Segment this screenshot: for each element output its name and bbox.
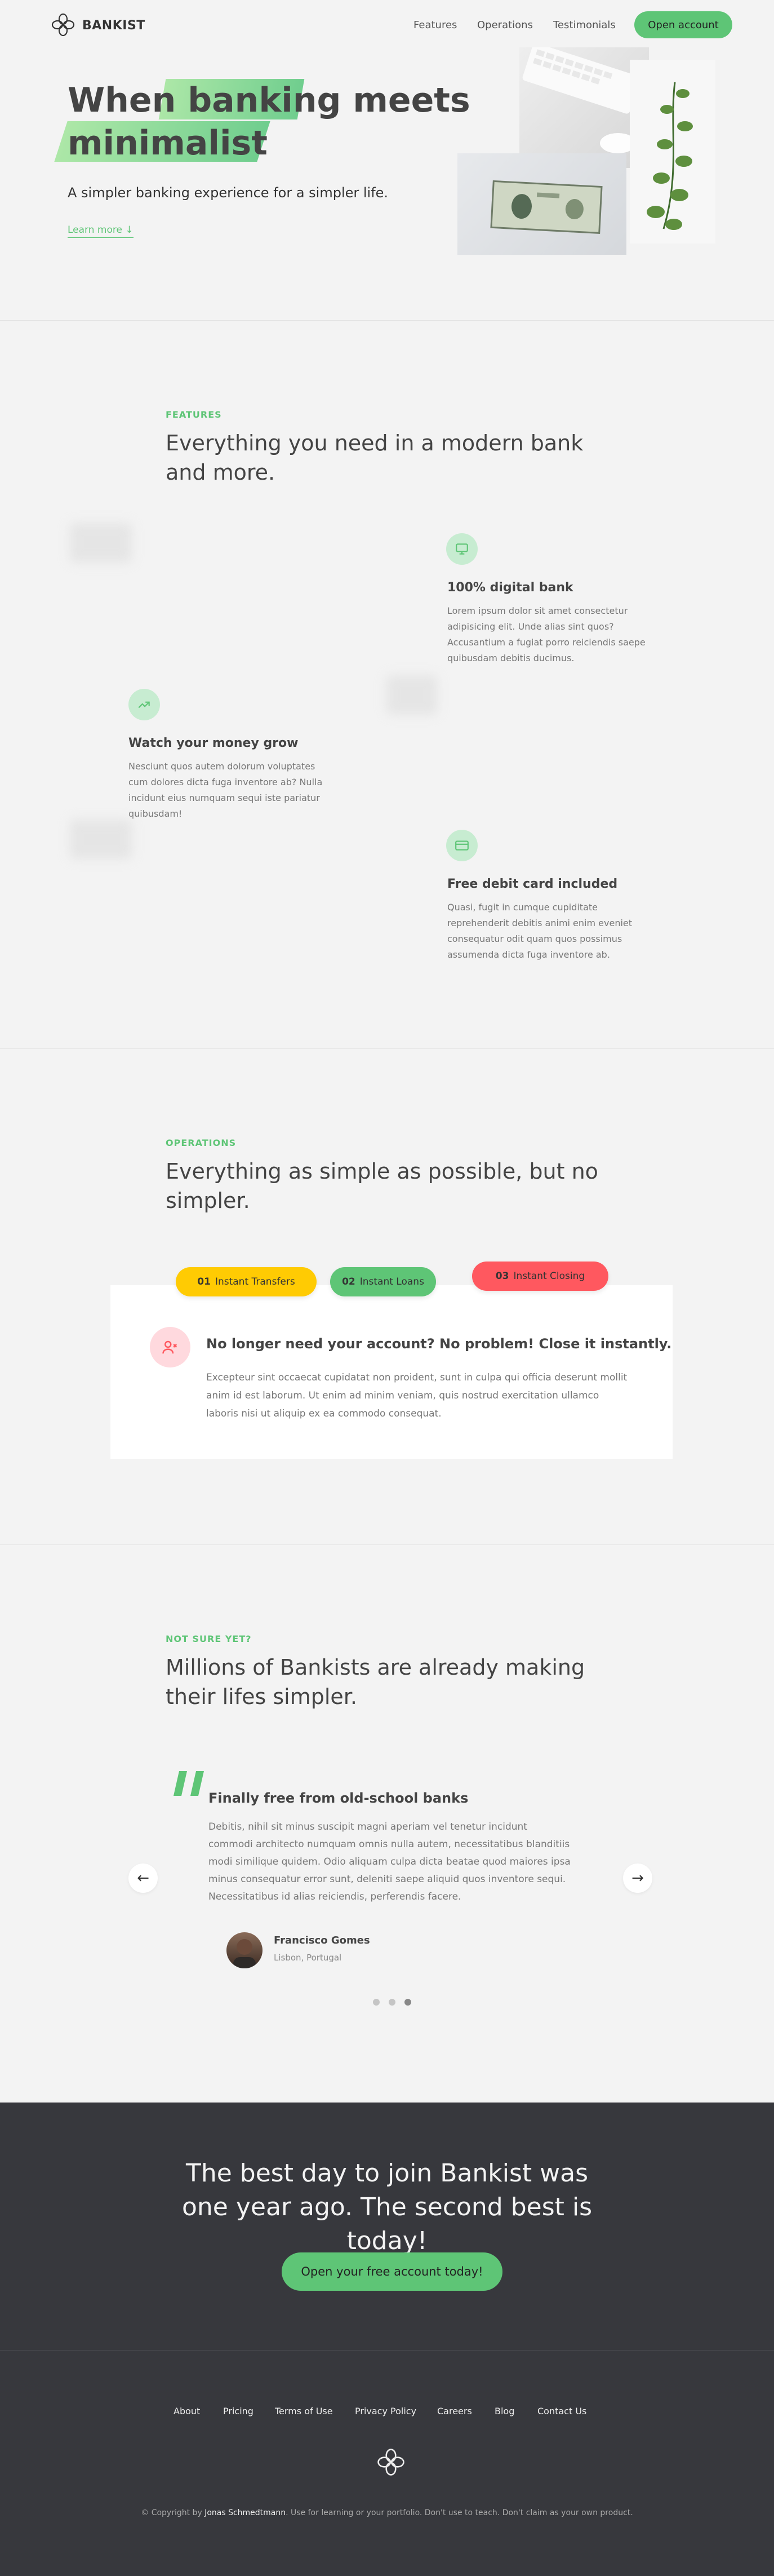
bankist-logo-icon[interactable] — [51, 12, 75, 37]
footer-logo-icon — [377, 2449, 404, 2476]
operation-text: Excepteur sint occaecat cupidatat non pr… — [206, 1372, 628, 1419]
testimonials-title: Millions of Bankists are already making … — [166, 1655, 585, 1709]
feature-icon-digital — [446, 533, 478, 565]
blurred-feature-image — [70, 523, 132, 563]
operation-icon-circle — [150, 1327, 190, 1367]
testimonial-title: Finally free from old-school banks — [208, 1790, 469, 1806]
page: BANKIST Features Operations Testimonials… — [0, 0, 774, 2576]
slider-next-button[interactable]: → — [623, 1864, 652, 1893]
testimonial-text: Debitis, nihil sit minus suscipit magni … — [208, 1821, 571, 1902]
monitor-icon — [456, 543, 468, 555]
author-link[interactable]: Jonas Schmedtmann — [204, 2508, 286, 2517]
learn-more-link[interactable]: Learn more ↓ — [68, 224, 134, 238]
blurred-feature-image — [386, 675, 437, 715]
slider-dot[interactable] — [373, 1999, 380, 2006]
nav-link-features[interactable]: Features — [413, 19, 457, 31]
footer-link-privacy[interactable]: Privacy Policy — [355, 2406, 416, 2416]
features-tag: FEATURES — [166, 409, 222, 420]
operations-tag: OPERATIONS — [166, 1137, 237, 1148]
avatar — [226, 1932, 263, 1968]
nav-link-testimonials[interactable]: Testimonials — [553, 19, 616, 31]
footer-divider — [0, 2350, 774, 2351]
feature-icon-grow — [128, 689, 160, 720]
footer-link-about[interactable]: About — [174, 2406, 200, 2416]
feature-text-digital: Lorem ipsum dolor sit amet consectetur a… — [447, 605, 646, 663]
testimonials-tag: NOT SURE YET? — [166, 1634, 252, 1644]
nav-link-operations[interactable]: Operations — [477, 19, 533, 31]
section-divider — [0, 1544, 774, 1545]
feature-title-digital: 100% digital bank — [447, 581, 573, 595]
feature-text-card: Quasi, fugit in cumque cupiditate repreh… — [447, 902, 633, 960]
trending-up-icon — [138, 701, 150, 709]
footer-link-careers[interactable]: Careers — [437, 2406, 472, 2416]
section-divider — [0, 1048, 774, 1049]
dollar-bill-image — [457, 153, 626, 255]
feature-icon-card — [446, 830, 478, 861]
slider-prev-button[interactable]: ← — [128, 1864, 158, 1893]
open-free-account-button[interactable]: Open your free account today! — [282, 2252, 502, 2291]
slider-dot-active[interactable] — [404, 1999, 411, 2006]
section-divider — [0, 320, 774, 321]
credit-card-icon — [455, 840, 469, 851]
slider-dot[interactable] — [389, 1999, 395, 2006]
signup-title: The best day to join Bankist was one yea… — [181, 2159, 593, 2255]
tab-instant-loans[interactable]: 02 Instant Loans — [330, 1267, 436, 1296]
feature-text-grow: Nesciunt quos autem dolorum voluptates c… — [128, 761, 323, 819]
footer-link-contact[interactable]: Contact Us — [537, 2406, 586, 2416]
quote-icon — [174, 1771, 204, 1796]
testimonial-author: Francisco Gomes — [274, 1935, 370, 1946]
testimonial-location: Lisbon, Portugal — [274, 1953, 342, 1963]
operations-title: Everything as simple as possible, but no… — [166, 1159, 598, 1213]
hero-subtitle: A simpler banking experience for a simpl… — [68, 185, 389, 201]
footer-link-terms[interactable]: Terms of Use — [275, 2406, 333, 2416]
open-account-button[interactable]: Open account — [634, 11, 732, 38]
footer-link-blog[interactable]: Blog — [495, 2406, 514, 2416]
tab-instant-closing[interactable]: 03 Instant Closing — [472, 1262, 608, 1291]
brand-name[interactable]: BANKIST — [82, 19, 145, 33]
footer-copyright: © Copyright by Jonas Schmedtmann. Use fo… — [141, 2508, 633, 2517]
features-title: Everything you need in a modern bank and… — [166, 431, 584, 485]
operation-title: No longer need your account? No problem!… — [206, 1336, 672, 1352]
blurred-feature-image — [70, 820, 132, 859]
user-x-icon — [162, 1340, 177, 1354]
hero-title: When banking meets minimalist — [68, 81, 470, 163]
plant-image — [630, 60, 715, 244]
footer-link-pricing[interactable]: Pricing — [223, 2406, 253, 2416]
feature-title-card: Free debit card included — [447, 877, 618, 891]
feature-title-grow: Watch your money grow — [128, 736, 299, 750]
tab-instant-transfers[interactable]: 01 Instant Transfers — [176, 1267, 317, 1296]
